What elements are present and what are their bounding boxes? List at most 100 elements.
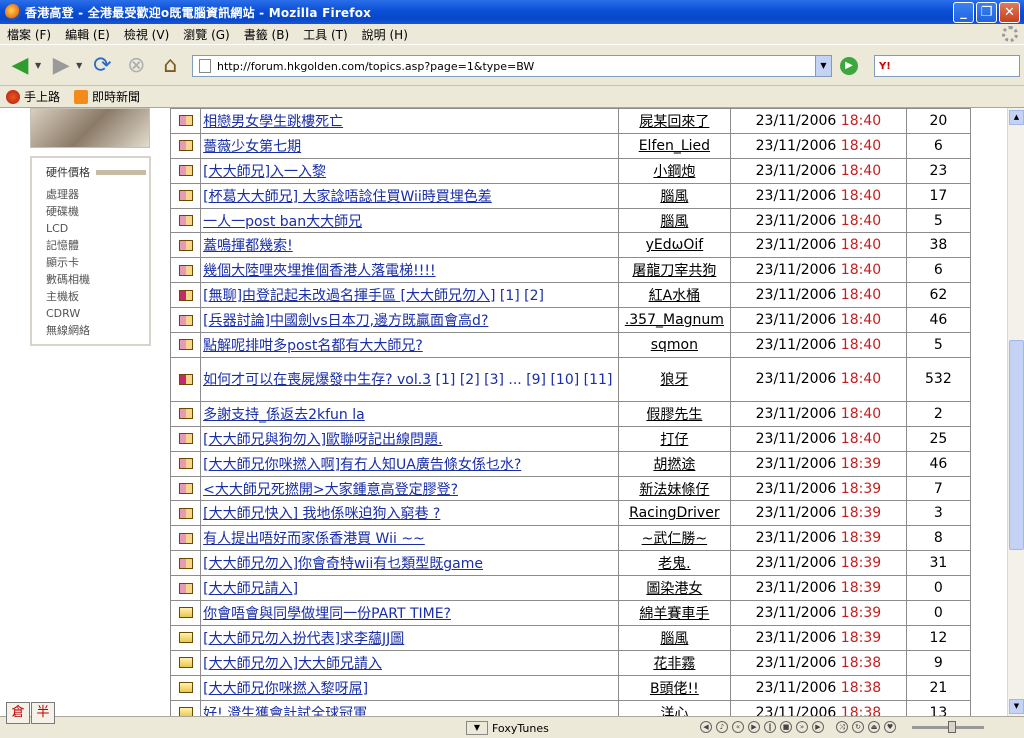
stop-icon[interactable]: ⊗ bbox=[122, 51, 150, 79]
menu-bookmarks[interactable]: 書籤 (B) bbox=[237, 26, 296, 43]
sidebar-item-hdd[interactable]: 硬碟機 bbox=[46, 203, 149, 220]
topic-title-link[interactable]: 相戀男女學生跳樓死亡 bbox=[203, 114, 343, 130]
scroll-thumb[interactable] bbox=[1009, 340, 1024, 550]
volume-knob[interactable] bbox=[948, 721, 956, 733]
topic-author-link[interactable]: 小鋼炮 bbox=[653, 164, 695, 180]
sidebar-item-lcd[interactable]: LCD bbox=[46, 220, 149, 237]
player-play-icon[interactable]: ▶ bbox=[748, 721, 760, 733]
reload-icon[interactable]: ⟳ bbox=[88, 51, 116, 79]
sidebar-item-motherboard[interactable]: 主機板 bbox=[46, 288, 149, 305]
topic-author-link[interactable]: 花非霧 bbox=[653, 656, 695, 672]
player-prev-icon[interactable]: ◀ bbox=[700, 721, 712, 733]
topic-author-link[interactable]: B頭佬!! bbox=[650, 681, 699, 697]
player-forward-icon[interactable]: » bbox=[796, 721, 808, 733]
menu-go[interactable]: 瀏覽 (G) bbox=[176, 26, 236, 43]
topic-title-link[interactable]: [大大師兄與狗勿入]歐聯呀記出線問題. bbox=[203, 432, 442, 448]
topic-title-link[interactable]: [大大師兄你咪撚入黎呀屌] bbox=[203, 681, 368, 697]
scroll-down-icon[interactable]: ▼ bbox=[1009, 699, 1024, 714]
topic-author-link[interactable]: Elfen_Lied bbox=[639, 138, 710, 154]
back-arrow-icon[interactable]: ◀ bbox=[6, 51, 34, 79]
topic-title-link[interactable]: 一人一post ban大大師兄 bbox=[203, 214, 362, 230]
topic-title-link[interactable]: 有人提出唔好而家係香港買 Wii ~~ bbox=[203, 531, 425, 547]
player-shuffle-icon[interactable]: ⤨ bbox=[836, 721, 848, 733]
back-dropdown-icon[interactable]: ▼ bbox=[35, 61, 41, 70]
topic-title-link[interactable]: [大大師兄你咪撚入啊]有冇人知UA廣告條女係乜水? bbox=[203, 457, 521, 473]
topic-author-link[interactable]: 腦風 bbox=[660, 189, 688, 205]
sidebar-item-cdrw[interactable]: CDRW bbox=[46, 305, 149, 322]
topic-author-link[interactable]: 洋心 bbox=[660, 706, 688, 716]
sidebar-banner-image[interactable] bbox=[30, 108, 150, 148]
vertical-scrollbar[interactable]: ▲ ▼ bbox=[1007, 108, 1024, 716]
menu-help[interactable]: 說明 (H) bbox=[355, 26, 415, 43]
player-repeat-icon[interactable]: ↻ bbox=[852, 721, 864, 733]
topic-author-link[interactable]: 屠龍刀宰共狗 bbox=[632, 263, 716, 279]
topic-title-link[interactable]: [兵器討論]中國劍vs日本刀,邊方既贏面會高d? bbox=[203, 313, 488, 329]
player-next-icon[interactable]: ▶ bbox=[812, 721, 824, 733]
topic-author-link[interactable]: 老鬼. bbox=[658, 556, 690, 572]
topic-title-link[interactable]: 如何才可以在喪屍爆發中生存? vol.3 bbox=[203, 372, 431, 388]
topic-author-link[interactable]: 腦風 bbox=[660, 214, 688, 230]
topic-page-links[interactable]: [1] [2] bbox=[500, 288, 544, 304]
topic-title-link[interactable]: 好! 澄生獲會計試全球冠軍. bbox=[203, 706, 372, 716]
topic-title-link[interactable]: [大大師兄]入一入黎 bbox=[203, 164, 326, 180]
ime-indicator[interactable]: 倉 半 bbox=[6, 702, 55, 724]
player-stop-icon[interactable]: ■ bbox=[780, 721, 792, 733]
topic-title-link[interactable]: <大大師兄死撚開>大家鍾意高登定膠登? bbox=[203, 482, 458, 498]
forward-arrow-icon[interactable]: ▶ bbox=[47, 51, 75, 79]
minimize-button[interactable]: _ bbox=[953, 2, 974, 23]
topic-title-link[interactable]: 蓋鳴揮都幾索! bbox=[203, 238, 293, 254]
go-button-icon[interactable]: ▶ bbox=[840, 57, 858, 75]
topic-page-links[interactable]: [1] [2] [3] ... [9] [10] [11] bbox=[436, 372, 613, 388]
sidebar-item-camera[interactable]: 數碼相機 bbox=[46, 271, 149, 288]
topic-title-link[interactable]: 薔薇少女第七期 bbox=[203, 139, 301, 155]
topic-author-link[interactable]: 腦風 bbox=[660, 631, 688, 647]
topic-author-link[interactable]: RacingDriver bbox=[629, 505, 719, 521]
player-rewind-icon[interactable]: « bbox=[732, 721, 744, 733]
topic-author-link[interactable]: sqmon bbox=[651, 337, 698, 353]
ime-width-icon[interactable]: 半 bbox=[31, 702, 55, 724]
forward-dropdown-icon[interactable]: ▼ bbox=[76, 61, 82, 70]
home-icon[interactable]: ⌂ bbox=[156, 51, 184, 79]
scroll-up-icon[interactable]: ▲ bbox=[1009, 110, 1024, 125]
player-pause-icon[interactable]: ‖ bbox=[764, 721, 776, 733]
topic-author-link[interactable]: 狼牙 bbox=[660, 372, 688, 388]
foxytunes-control[interactable]: ▼ FoxyTunes bbox=[466, 721, 549, 735]
topic-author-link[interactable]: 屍某回來了 bbox=[639, 114, 709, 130]
topic-author-link[interactable]: ~武仁勝~ bbox=[642, 531, 707, 547]
topic-title-link[interactable]: [大大師兄快入] 我地係咪迫狗入窮巷 ? bbox=[203, 506, 440, 522]
ime-mode-icon[interactable]: 倉 bbox=[6, 702, 30, 724]
menu-file[interactable]: 檔案 (F) bbox=[0, 26, 58, 43]
player-eject-icon[interactable]: ⏏ bbox=[868, 721, 880, 733]
search-box[interactable]: Y! bbox=[874, 55, 1020, 77]
player-menu-icon[interactable]: ♪ bbox=[716, 721, 728, 733]
address-bar[interactable]: ▼ bbox=[192, 55, 832, 77]
menu-view[interactable]: 檢視 (V) bbox=[117, 26, 176, 43]
topic-author-link[interactable]: 新法妹條仔 bbox=[639, 482, 709, 498]
topic-title-link[interactable]: [大大師兄請入] bbox=[203, 581, 298, 597]
topic-title-link[interactable]: [大大師兄勿入]大大師兄請入 bbox=[203, 656, 382, 672]
topic-title-link[interactable]: 點解呢排咁多post名都有大大師兄? bbox=[203, 338, 423, 354]
bookmark-latest-news[interactable]: 即時新聞 bbox=[74, 88, 140, 105]
topic-author-link[interactable]: 紅A水桶 bbox=[649, 288, 701, 304]
topic-author-link[interactable]: 圖染港女 bbox=[646, 581, 702, 597]
topic-title-link[interactable]: 你會唔會與同學做埋同一份PART TIME? bbox=[203, 606, 451, 622]
menu-edit[interactable]: 編輯 (E) bbox=[58, 26, 117, 43]
player-favorite-icon[interactable]: ♥ bbox=[884, 721, 896, 733]
close-window-button[interactable]: ✕ bbox=[999, 2, 1020, 23]
topic-author-link[interactable]: .357_Magnum bbox=[625, 312, 724, 328]
maximize-button[interactable]: ❐ bbox=[976, 2, 997, 23]
bookmark-getting-started[interactable]: 手上路 bbox=[6, 88, 60, 105]
search-engine-icon[interactable]: Y! bbox=[879, 61, 901, 72]
sidebar-item-cpu[interactable]: 處理器 bbox=[46, 186, 149, 203]
url-history-dropdown-icon[interactable]: ▼ bbox=[815, 56, 831, 76]
topic-title-link[interactable]: [大大師兄勿入扮代表]求李蘊JJ圖 bbox=[203, 631, 404, 647]
sidebar-item-memory[interactable]: 記憶體 bbox=[46, 237, 149, 254]
topic-author-link[interactable]: 打仔 bbox=[660, 432, 688, 448]
topic-title-link[interactable]: [無聊]由登記起未改過名揮手區 [大大師兄勿入] bbox=[203, 288, 495, 304]
topic-author-link[interactable]: 綿羊賽車手 bbox=[639, 606, 709, 622]
sidebar-item-wireless[interactable]: 無線網絡 bbox=[46, 322, 149, 339]
url-input[interactable] bbox=[217, 59, 812, 73]
topic-title-link[interactable]: [杯葛大大師兄] 大家諗唔諗住買Wii時買埋色差 bbox=[203, 189, 492, 205]
topic-title-link[interactable]: 多謝支持_係返去2kfun la bbox=[203, 407, 365, 423]
topic-author-link[interactable]: 假膠先生 bbox=[646, 407, 702, 423]
